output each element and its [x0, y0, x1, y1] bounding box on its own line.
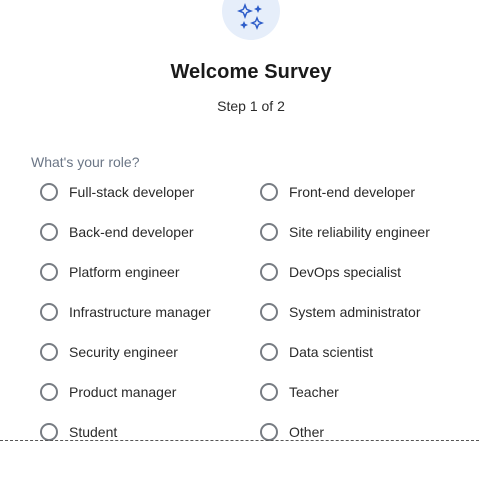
- survey-icon-badge: [222, 0, 280, 40]
- radio-button[interactable]: [260, 383, 278, 401]
- role-option-label: Platform engineer: [69, 264, 180, 280]
- radio-button[interactable]: [40, 383, 58, 401]
- fold-divider: [0, 440, 479, 441]
- survey-title: Welcome Survey: [170, 61, 332, 83]
- viewport-cutoff-area: [0, 441, 479, 488]
- role-option-site-reliability-engineer[interactable]: Site reliability engineer: [260, 220, 430, 244]
- radio-button[interactable]: [40, 223, 58, 241]
- role-option-label: Back-end developer: [69, 224, 194, 240]
- role-option-label: System administrator: [289, 304, 421, 320]
- radio-button[interactable]: [260, 223, 278, 241]
- radio-button[interactable]: [40, 423, 58, 441]
- role-option-label: Teacher: [289, 384, 339, 400]
- role-option-platform-engineer[interactable]: Platform engineer: [40, 260, 180, 284]
- role-option-data-scientist[interactable]: Data scientist: [260, 340, 373, 364]
- radio-button[interactable]: [260, 183, 278, 201]
- welcome-survey-page: Welcome Survey Step 1 of 2 What's your r…: [0, 0, 479, 488]
- role-option-label: Student: [69, 424, 118, 440]
- role-option-product-manager[interactable]: Product manager: [40, 380, 176, 404]
- radio-button[interactable]: [260, 343, 278, 361]
- radio-button[interactable]: [40, 263, 58, 281]
- role-option-back-end-developer[interactable]: Back-end developer: [40, 220, 194, 244]
- role-option-label: Other: [289, 424, 325, 440]
- radio-button[interactable]: [40, 343, 58, 361]
- step-indicator: Step 1 of 2: [217, 98, 285, 114]
- role-option-label: Product manager: [69, 384, 177, 400]
- role-option-front-end-developer[interactable]: Front-end developer: [260, 180, 415, 204]
- radio-button[interactable]: [40, 183, 58, 201]
- role-option-label: Full-stack developer: [69, 184, 195, 200]
- role-option-security-engineer[interactable]: Security engineer: [40, 340, 178, 364]
- role-option-label: Security engineer: [69, 344, 178, 360]
- role-option-label: Front-end developer: [289, 184, 416, 200]
- role-option-infrastructure-manager[interactable]: Infrastructure manager: [40, 300, 211, 324]
- sparkles-icon: [237, 3, 264, 30]
- role-option-devops-specialist[interactable]: DevOps specialist: [260, 260, 401, 284]
- role-question-label: What's your role?: [31, 154, 140, 170]
- role-option-system-administrator[interactable]: System administrator: [260, 300, 420, 324]
- role-option-label: Infrastructure manager: [69, 304, 211, 320]
- radio-button[interactable]: [260, 303, 278, 321]
- radio-button[interactable]: [260, 423, 278, 441]
- role-option-label: DevOps specialist: [289, 264, 402, 280]
- role-option-full-stack-developer[interactable]: Full-stack developer: [40, 180, 194, 204]
- radio-button[interactable]: [260, 263, 278, 281]
- role-option-label: Data scientist: [289, 344, 374, 360]
- role-option-teacher[interactable]: Teacher: [260, 380, 339, 404]
- radio-button[interactable]: [40, 303, 58, 321]
- role-option-label: Site reliability engineer: [289, 224, 430, 240]
